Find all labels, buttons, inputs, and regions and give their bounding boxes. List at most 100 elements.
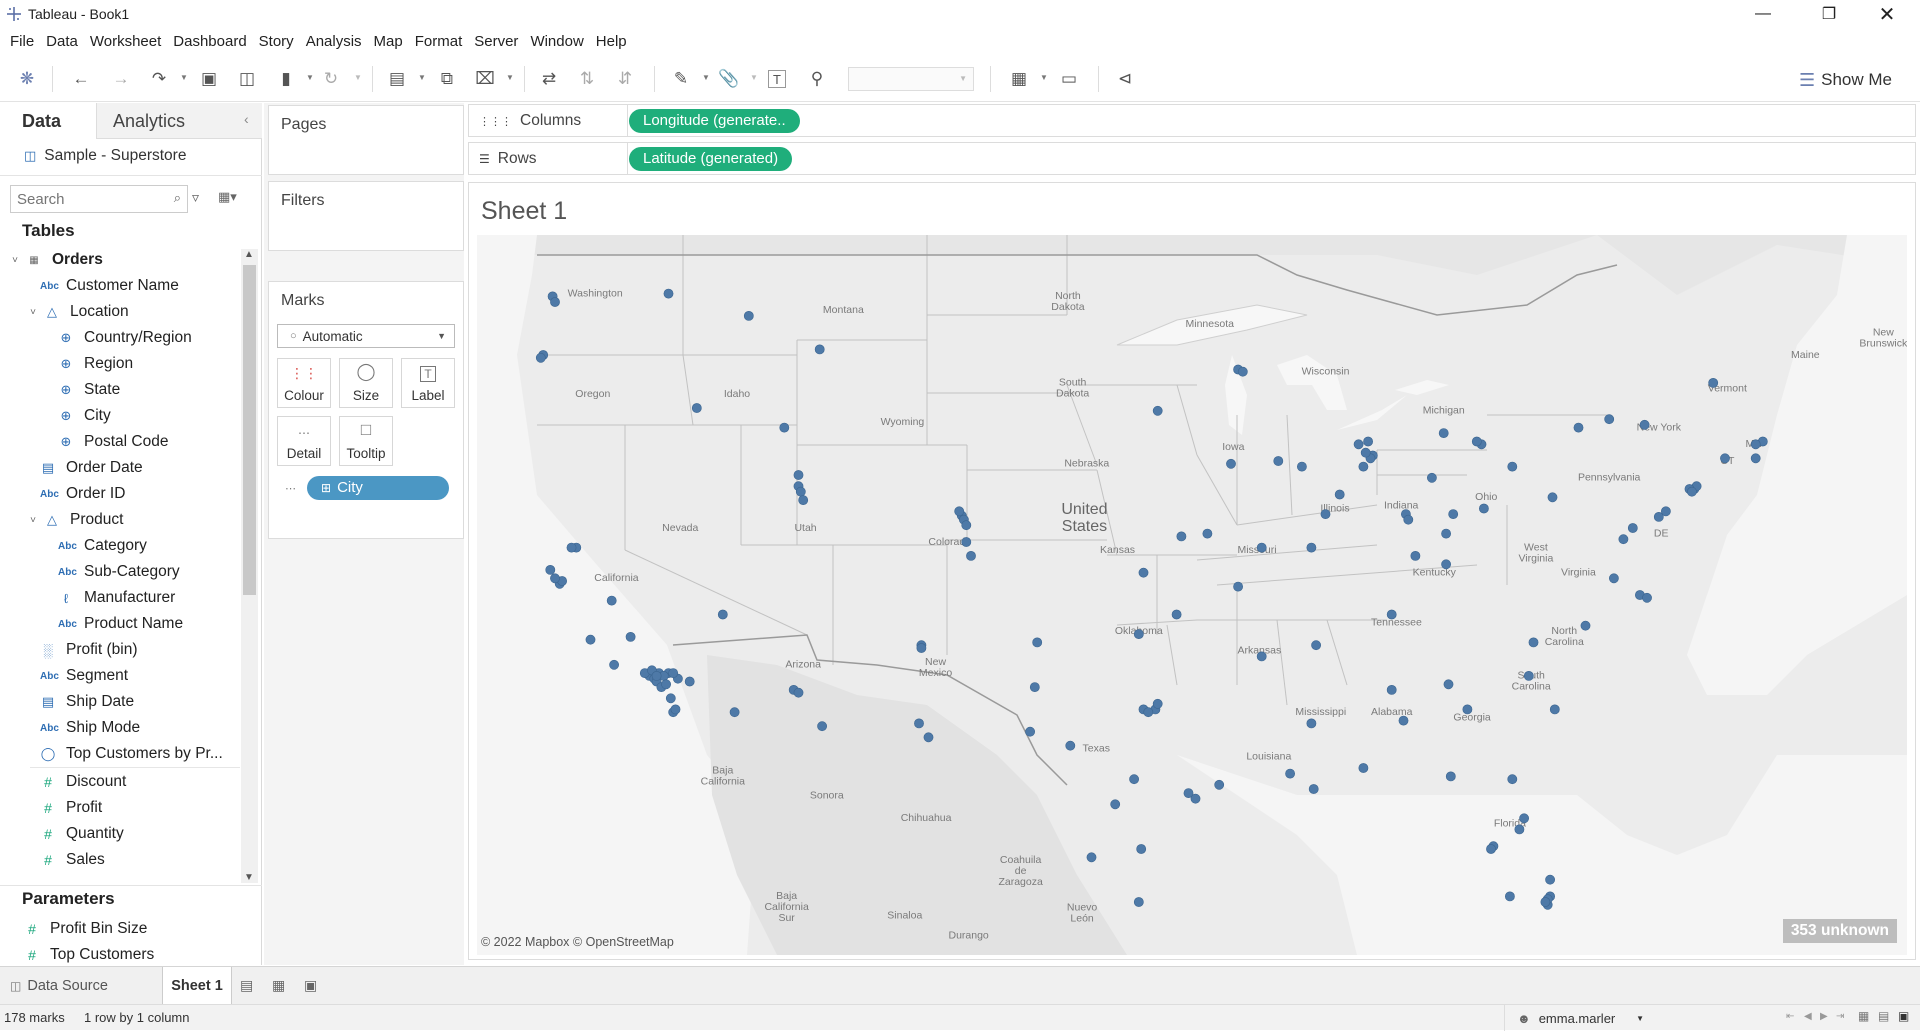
- field-region[interactable]: ⊕ Region: [58, 351, 134, 377]
- field-top-customers[interactable]: ◯ Top Customers by Pr...: [40, 741, 223, 767]
- restore-button[interactable]: ❐: [1806, 0, 1852, 28]
- city-mark[interactable]: [1438, 428, 1449, 438]
- city-mark[interactable]: [1353, 439, 1364, 450]
- city-mark[interactable]: [1360, 447, 1371, 458]
- show-sheet-sorter-icon[interactable]: ▦: [1858, 1009, 1869, 1023]
- city-mark[interactable]: [923, 732, 934, 743]
- city-mark[interactable]: [743, 311, 754, 321]
- columns-shelf[interactable]: ⋮⋮⋮ Columns Longitude (generate..: [468, 104, 1916, 137]
- city-mark[interactable]: [1363, 436, 1373, 447]
- new-worksheet-tab-icon[interactable]: ▤: [240, 977, 253, 994]
- city-mark[interactable]: [1545, 874, 1555, 885]
- field-profit-bin[interactable]: ░ Profit (bin): [40, 637, 137, 663]
- city-mark[interactable]: [1065, 740, 1076, 751]
- city-mark[interactable]: [651, 670, 662, 681]
- city-mark[interactable]: [1386, 684, 1397, 695]
- filter-icon[interactable]: ▿: [192, 189, 199, 206]
- field-order-id[interactable]: Abc Order ID: [40, 481, 125, 507]
- sheet-title[interactable]: Sheet 1: [481, 197, 567, 226]
- city-mark[interactable]: [668, 668, 679, 678]
- city-mark[interactable]: [1540, 897, 1551, 907]
- search-input[interactable]: [11, 186, 161, 212]
- city-mark[interactable]: [1687, 486, 1697, 497]
- city-mark[interactable]: [566, 542, 577, 553]
- city-mark[interactable]: [1320, 509, 1331, 519]
- map-attribution[interactable]: © 2022 Mapbox © OpenStreetMap: [481, 935, 674, 949]
- city-mark[interactable]: [1233, 581, 1243, 592]
- city-mark[interactable]: [691, 403, 702, 413]
- city-mark[interactable]: [916, 643, 927, 653]
- minimize-button[interactable]: —: [1740, 0, 1786, 28]
- city-mark[interactable]: [1653, 511, 1664, 522]
- map-view[interactable]: Washington Montana North Dakota Minnesota Ore…: [477, 235, 1907, 955]
- city-mark[interactable]: [1273, 456, 1284, 466]
- field-category[interactable]: Abc Category: [58, 533, 147, 559]
- view-options-icon[interactable]: ▦▾: [218, 189, 237, 205]
- menu-analysis[interactable]: Analysis: [300, 28, 368, 56]
- city-mark[interactable]: [1398, 715, 1409, 726]
- swap-rows-columns-icon[interactable]: ⇄: [538, 68, 560, 90]
- city-mark[interactable]: [1479, 503, 1489, 514]
- city-mark[interactable]: [1573, 422, 1584, 433]
- label-button[interactable]: T Label: [401, 358, 455, 408]
- group-members-icon[interactable]: 📎: [718, 68, 740, 90]
- rows-shelf[interactable]: ☰ Rows Latitude (generated): [468, 142, 1916, 175]
- city-mark[interactable]: [1386, 609, 1397, 620]
- new-datasource-icon[interactable]: ◫: [236, 68, 258, 90]
- city-detail-pill[interactable]: ⊞ City: [307, 476, 449, 500]
- city-mark[interactable]: [798, 495, 809, 505]
- new-story-tab-icon[interactable]: ▣: [304, 977, 317, 994]
- city-mark[interactable]: [663, 288, 674, 299]
- prev-page-icon[interactable]: ◀: [1804, 1011, 1812, 1022]
- city-mark[interactable]: [729, 707, 740, 718]
- city-mark[interactable]: [1032, 637, 1043, 648]
- city-mark[interactable]: [1176, 531, 1187, 542]
- replay-icon[interactable]: ↷: [148, 68, 170, 90]
- detail-button[interactable]: ⋯ Detail: [277, 416, 331, 466]
- field-product[interactable]: ˅ △ Product: [26, 507, 123, 533]
- show-filmstrip-icon[interactable]: ▤: [1878, 1009, 1889, 1023]
- city-mark[interactable]: [1462, 704, 1473, 715]
- city-mark[interactable]: [1528, 637, 1539, 648]
- city-mark[interactable]: [535, 352, 546, 363]
- city-mark[interactable]: [1750, 439, 1761, 450]
- city-mark[interactable]: [966, 550, 976, 561]
- datasource-name[interactable]: Sample - Superstore: [44, 147, 186, 165]
- show-cards-icon[interactable]: ▦: [1008, 68, 1030, 90]
- city-mark[interactable]: [1237, 366, 1248, 377]
- show-mark-labels-icon[interactable]: T: [768, 70, 786, 88]
- tab-data-source[interactable]: ◫ Data Source: [0, 967, 160, 1005]
- city-mark[interactable]: [670, 704, 681, 715]
- colour-button[interactable]: ⋮⋮ Colour: [277, 358, 331, 408]
- field-sub-category[interactable]: Abc Sub-Category: [58, 559, 180, 585]
- city-mark[interactable]: [1334, 489, 1345, 500]
- tab-analytics[interactable]: Analytics: [96, 103, 262, 139]
- city-mark[interactable]: [1507, 774, 1518, 785]
- field-location[interactable]: ˅ △ Location: [26, 299, 129, 325]
- city-mark[interactable]: [550, 573, 560, 584]
- field-ship-date[interactable]: ▤ Ship Date: [40, 689, 134, 715]
- city-mark[interactable]: [1708, 377, 1719, 388]
- refresh-icon[interactable]: ↻: [320, 68, 342, 90]
- city-mark[interactable]: [1297, 461, 1307, 472]
- sort-descending-icon[interactable]: ⇵: [614, 68, 636, 90]
- fix-axes-icon[interactable]: ⚲: [806, 68, 828, 90]
- sort-ascending-icon[interactable]: ⇅: [576, 68, 598, 90]
- city-mark[interactable]: [1505, 891, 1515, 902]
- size-button[interactable]: ◯ Size: [339, 358, 393, 408]
- city-mark[interactable]: [661, 679, 671, 690]
- field-country-region[interactable]: ⊕ Country/Region: [58, 325, 192, 351]
- menu-format[interactable]: Format: [409, 28, 469, 56]
- menu-story[interactable]: Story: [253, 28, 300, 56]
- city-mark[interactable]: [1720, 453, 1730, 464]
- city-mark[interactable]: [1133, 629, 1144, 639]
- clear-sheet-icon[interactable]: ⌧: [474, 68, 496, 90]
- longitude-pill[interactable]: Longitude (generate..: [629, 109, 800, 133]
- menu-file[interactable]: File: [4, 28, 40, 56]
- new-dashboard-tab-icon[interactable]: ▦: [272, 977, 285, 994]
- city-mark[interactable]: [1202, 528, 1213, 539]
- last-page-icon[interactable]: ⇥: [1836, 1011, 1844, 1022]
- city-mark[interactable]: [1152, 698, 1163, 709]
- city-mark[interactable]: [1306, 542, 1317, 553]
- collapse-pane-icon[interactable]: ‹: [244, 111, 249, 127]
